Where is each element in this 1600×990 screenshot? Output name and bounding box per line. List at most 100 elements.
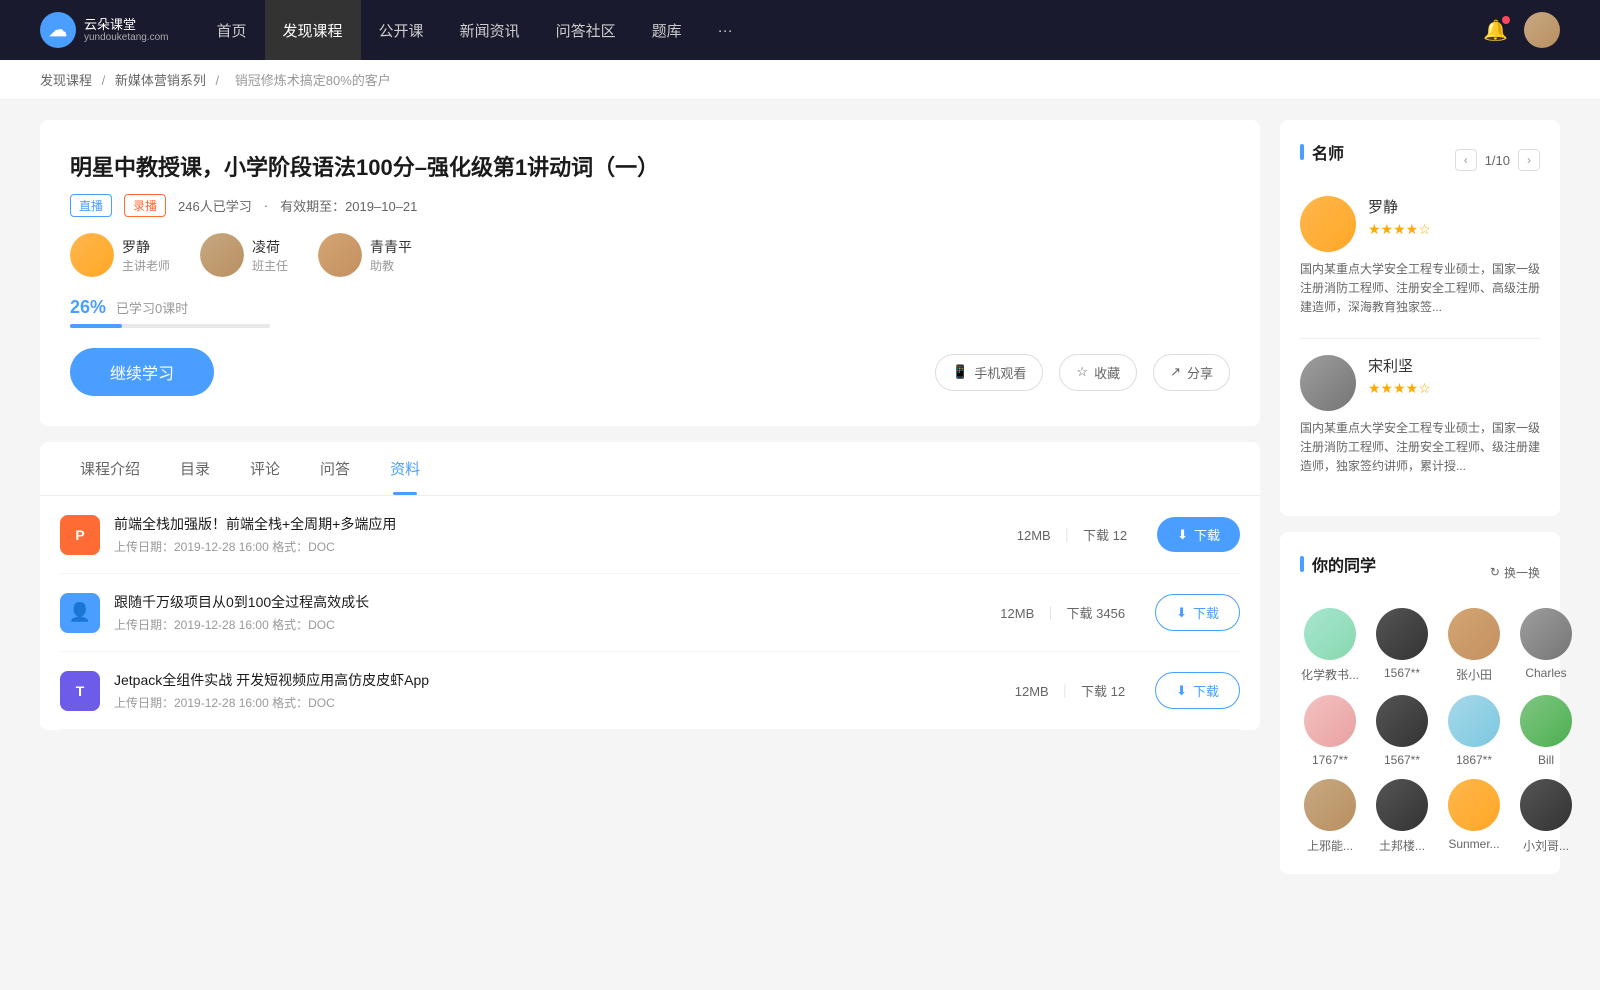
classmates-grid: 化学教书... 1567** 张小田 Charles 1767** <box>1300 608 1540 854</box>
classmate-name-5: 1567** <box>1372 753 1432 767</box>
classmate-name-11: 小刘哥... <box>1516 837 1576 854</box>
classmate-6: 1867** <box>1444 695 1504 767</box>
classmate-1: 1567** <box>1372 608 1432 683</box>
sidebar-teacher-info-0: 罗静 ★★★★☆ <box>1368 196 1540 238</box>
progress-pct: 26% <box>70 297 106 318</box>
classmate-7: Bill <box>1516 695 1576 767</box>
main-layout: 明星中教授课，小学阶段语法100分–强化级第1讲动词（一） 直播 录播 246人… <box>0 100 1600 910</box>
course-title: 明星中教授课，小学阶段语法100分–强化级第1讲动词（一） <box>70 150 1230 182</box>
file-stats-2: 12MB ｜ 下载 12 <box>1015 681 1125 700</box>
valid-until: 有效期至：2019–10–21 <box>280 196 417 215</box>
teacher-1-role: 班主任 <box>252 257 288 274</box>
classmate-5: 1567** <box>1372 695 1432 767</box>
sidebar-teacher-avatar-1 <box>1300 355 1356 411</box>
file-info-2: Jetpack全组件实战 开发短视频应用高仿皮皮虾App 上传日期：2019-1… <box>114 670 1001 711</box>
download-icon-2: ⬇ <box>1176 683 1187 699</box>
refresh-icon: ↻ <box>1490 565 1500 579</box>
classmate-name-1: 1567** <box>1372 666 1432 680</box>
file-downloads-1: 下载 3456 <box>1067 606 1126 621</box>
classmate-4: 1767** <box>1300 695 1360 767</box>
teachers-sidebar-card: 名师 ‹ 1/10 › 罗静 ★★★★☆ 国内某重点大学安全工程专业硕士，国 <box>1280 120 1560 516</box>
nav-more[interactable]: ··· <box>700 0 751 60</box>
breadcrumb-current: 销冠修炼术搞定80%的客户 <box>235 73 391 88</box>
tab-intro[interactable]: 课程介绍 <box>60 442 160 495</box>
classmate-name-4: 1767** <box>1300 753 1360 767</box>
classmate-avatar-10 <box>1448 779 1500 831</box>
notification-bell[interactable]: 🔔 <box>1483 18 1508 43</box>
nav-home[interactable]: 首页 <box>199 0 265 60</box>
download-button-0[interactable]: ⬇ 下载 <box>1157 517 1240 552</box>
teachers-sidebar-title: 名师 <box>1300 140 1344 164</box>
collect-label: 收藏 <box>1094 363 1120 382</box>
teacher-1-info: 凌荷 班主任 <box>252 237 288 274</box>
sidebar-teacher-name-0: 罗静 <box>1368 196 1540 217</box>
breadcrumb-sep2: / <box>216 73 223 88</box>
classmates-sidebar-card: 你的同学 ↻ 换一换 化学教书... 1567** 张小田 <box>1280 532 1560 874</box>
student-count: 246人已学习 <box>178 196 252 215</box>
breadcrumb-series[interactable]: 新媒体营销系列 <box>115 73 206 88</box>
tab-comments[interactable]: 评论 <box>230 442 300 495</box>
classmates-header: 你的同学 ↻ 换一换 <box>1300 552 1540 592</box>
collect-button[interactable]: ☆ 收藏 <box>1059 354 1137 391</box>
file-format-0: 格式：DOC <box>272 540 335 554</box>
classmate-avatar-2 <box>1448 608 1500 660</box>
teachers-row: 罗静 主讲老师 凌荷 班主任 <box>70 233 1230 277</box>
sidebar-teacher-desc-0: 国内某重点大学安全工程专业硕士，国家一级注册消防工程师、注册安全工程师、高级注册… <box>1300 260 1540 318</box>
classmate-2: 张小田 <box>1444 608 1504 683</box>
continue-button[interactable]: 继续学习 <box>70 348 214 396</box>
nav-open[interactable]: 公开课 <box>361 0 442 60</box>
breadcrumb-home[interactable]: 发现课程 <box>40 73 92 88</box>
tab-toc[interactable]: 目录 <box>160 442 230 495</box>
download-button-2[interactable]: ⬇ 下载 <box>1155 672 1240 709</box>
notification-dot <box>1502 16 1510 24</box>
logo[interactable]: ☁ 云朵课堂 yundouketang.com <box>40 12 169 48</box>
user-avatar[interactable] <box>1524 12 1560 48</box>
file-icon-2: T <box>60 671 100 711</box>
download-button-1[interactable]: ⬇ 下载 <box>1155 594 1240 631</box>
refresh-classmates-button[interactable]: ↻ 换一换 <box>1490 564 1540 581</box>
sidebar-teacher-desc-1: 国内某重点大学安全工程专业硕士，国家一级注册消防工程师、注册安全工程师、级注册建… <box>1300 419 1540 477</box>
classmate-avatar-9 <box>1376 779 1428 831</box>
tab-materials[interactable]: 资料 <box>370 442 440 495</box>
next-teacher-arrow[interactable]: › <box>1518 149 1540 171</box>
sep-0: ｜ <box>1060 528 1073 543</box>
nav-questions[interactable]: 题库 <box>634 0 700 60</box>
nav-qa[interactable]: 问答社区 <box>538 0 634 60</box>
sidebar-teacher-row-0: 罗静 ★★★★☆ <box>1300 196 1540 252</box>
classmate-avatar-0 <box>1304 608 1356 660</box>
prev-teacher-arrow[interactable]: ‹ <box>1455 149 1477 171</box>
teacher-avatar-1 <box>200 233 244 277</box>
teacher-2-role: 助教 <box>370 257 412 274</box>
badge-record: 录播 <box>124 194 166 217</box>
star-icon: ☆ <box>1076 364 1088 380</box>
sep-2: ｜ <box>1058 684 1071 699</box>
file-stats-1: 12MB ｜ 下载 3456 <box>1000 603 1125 622</box>
classmates-title: 你的同学 <box>1300 552 1376 576</box>
nav-news[interactable]: 新闻资讯 <box>442 0 538 60</box>
course-actions: 继续学习 📱 手机观看 ☆ 收藏 ↗ 分享 <box>70 348 1230 396</box>
nav-right: 🔔 <box>1483 12 1560 48</box>
file-date-0: 上传日期：2019-12-28 16:00 <box>114 540 269 554</box>
file-date-1: 上传日期：2019-12-28 16:00 <box>114 618 269 632</box>
classmate-8: 上邪能... <box>1300 779 1360 854</box>
phone-watch-button[interactable]: 📱 手机观看 <box>935 354 1043 391</box>
teacher-0: 罗静 主讲老师 <box>70 233 170 277</box>
teacher-1: 凌荷 班主任 <box>200 233 288 277</box>
divider-teachers <box>1300 338 1540 339</box>
file-item-1: 👤 跟随千万级项目从0到100全过程高效成长 上传日期：2019-12-28 1… <box>60 574 1240 652</box>
classmate-avatar-1 <box>1376 608 1428 660</box>
download-label-2: 下载 <box>1193 681 1219 700</box>
classmate-name-10: Sunmer... <box>1444 837 1504 851</box>
progress-label: 26% 已学习0课时 <box>70 297 1230 318</box>
content-area: 明星中教授课，小学阶段语法100分–强化级第1讲动词（一） 直播 录播 246人… <box>40 120 1260 890</box>
classmate-avatar-5 <box>1376 695 1428 747</box>
teacher-2: 青青平 助教 <box>318 233 412 277</box>
breadcrumb-sep1: / <box>102 73 109 88</box>
nav-discover[interactable]: 发现课程 <box>265 0 361 60</box>
share-button[interactable]: ↗ 分享 <box>1153 354 1230 391</box>
file-size-0: 12MB <box>1017 528 1051 543</box>
teacher-1-name: 凌荷 <box>252 237 288 257</box>
sidebar-teacher-1: 宋利坚 ★★★★☆ 国内某重点大学安全工程专业硕士，国家一级注册消防工程师、注册… <box>1300 355 1540 477</box>
page-indicator: 1/10 <box>1485 153 1510 168</box>
tab-qa[interactable]: 问答 <box>300 442 370 495</box>
